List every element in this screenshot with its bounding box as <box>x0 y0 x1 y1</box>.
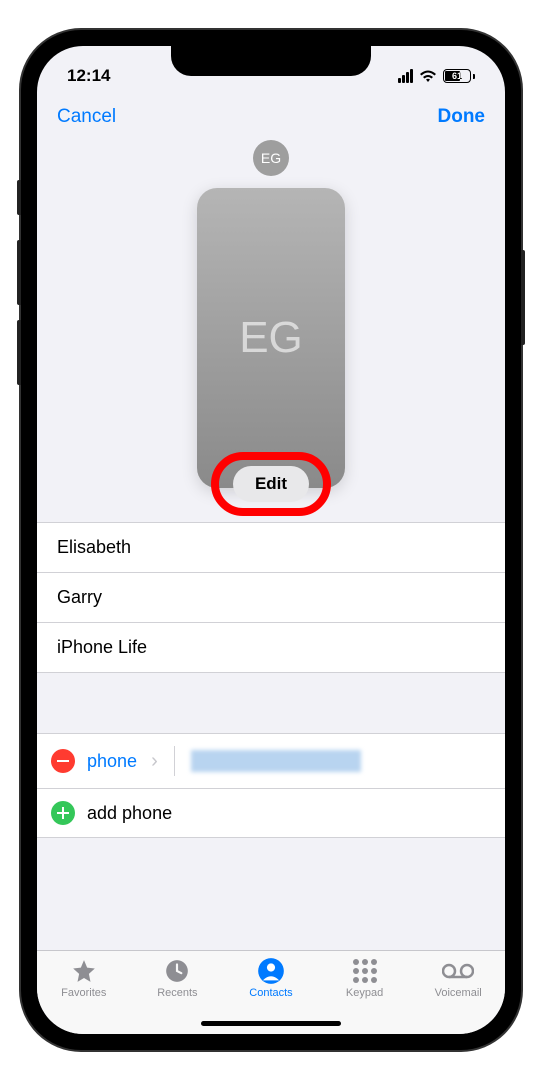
clock-icon <box>164 957 190 985</box>
last-name-field[interactable]: Garry <box>37 573 505 623</box>
add-phone-icon <box>51 801 75 825</box>
tab-label: Voicemail <box>435 987 482 999</box>
add-phone-row[interactable]: add phone <box>37 789 505 838</box>
screen: 12:14 61 Cancel Done EG EG <box>37 46 505 1034</box>
tab-label: Recents <box>157 987 197 999</box>
tab-label: Favorites <box>61 987 106 999</box>
tab-voicemail[interactable]: Voicemail <box>411 957 505 1034</box>
phone-entry-row: phone › <box>37 734 505 789</box>
phone-number-field[interactable] <box>191 750 361 772</box>
remove-phone-button[interactable] <box>51 749 75 773</box>
mute-switch <box>17 180 21 215</box>
navigation-bar: Cancel Done <box>37 94 505 136</box>
contact-poster-area: EG EG Edit <box>37 136 505 522</box>
phone-type-selector[interactable]: phone <box>87 751 137 772</box>
keypad-icon <box>353 957 377 985</box>
tab-label: Contacts <box>249 987 292 999</box>
power-button <box>521 250 525 345</box>
star-icon <box>71 957 97 985</box>
wifi-icon <box>419 69 437 83</box>
edit-poster-button[interactable]: Edit <box>233 466 309 502</box>
edit-button-highlight: Edit <box>233 466 309 502</box>
company-field[interactable]: iPhone Life <box>37 623 505 673</box>
chevron-right-icon: › <box>151 750 158 773</box>
volume-down-button <box>17 320 21 385</box>
phone-fields-section: phone › add phone <box>37 733 505 838</box>
home-indicator[interactable] <box>201 1021 341 1026</box>
status-indicators: 61 <box>398 69 475 83</box>
notch <box>171 46 371 76</box>
contact-avatar-small[interactable]: EG <box>253 140 289 176</box>
cancel-button[interactable]: Cancel <box>57 106 116 128</box>
phone-device-frame: 12:14 61 Cancel Done EG EG <box>21 30 521 1050</box>
status-time: 12:14 <box>67 66 110 86</box>
contact-poster-card[interactable]: EG <box>197 188 345 488</box>
add-phone-label: add phone <box>87 803 172 824</box>
first-name-field[interactable]: Elisabeth <box>37 523 505 573</box>
cellular-signal-icon <box>398 69 413 83</box>
tab-favorites[interactable]: Favorites <box>37 957 131 1034</box>
name-fields-section: Elisabeth Garry iPhone Life <box>37 522 505 673</box>
tab-label: Keypad <box>346 987 383 999</box>
person-circle-icon <box>257 957 285 985</box>
done-button[interactable]: Done <box>438 106 486 128</box>
divider <box>174 746 175 776</box>
voicemail-icon <box>442 957 474 985</box>
volume-up-button <box>17 240 21 305</box>
battery-icon: 61 <box>443 69 475 83</box>
section-spacer <box>37 673 505 733</box>
